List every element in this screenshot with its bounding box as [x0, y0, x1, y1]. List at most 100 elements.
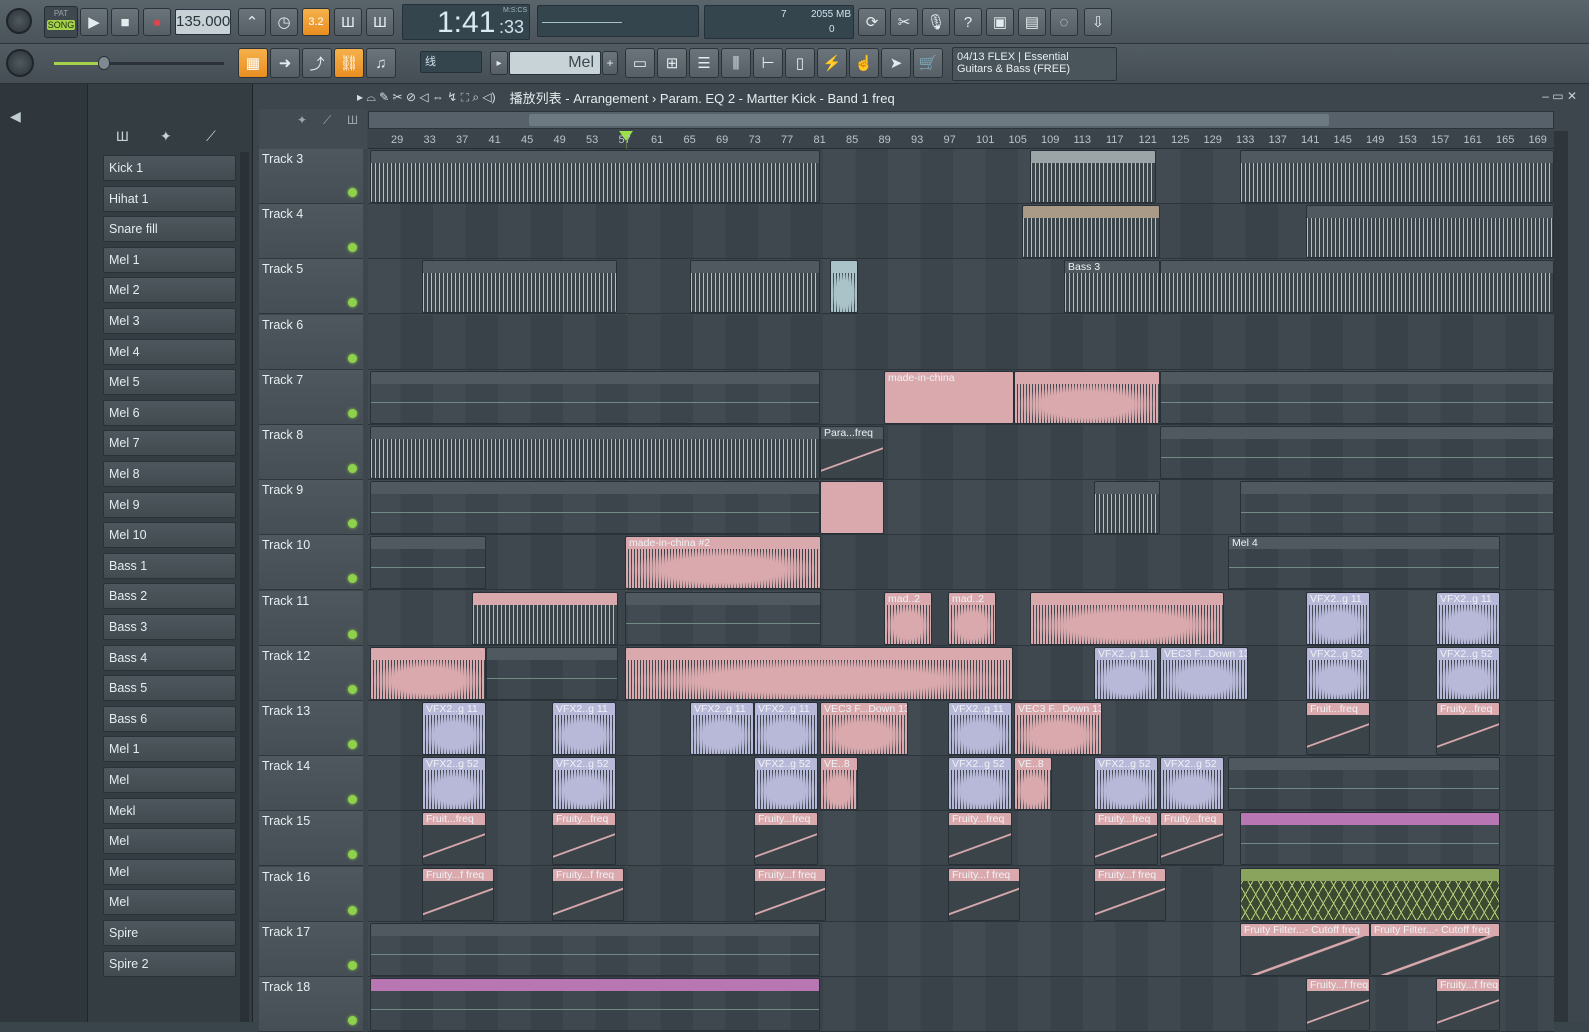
wave-icon[interactable]: ✦ [297, 113, 307, 127]
playlist-clip[interactable] [625, 591, 821, 645]
channel-item[interactable]: Bass 2 [103, 583, 236, 610]
playlist-clip[interactable] [1030, 591, 1224, 645]
grid-icon[interactable]: Ш [347, 113, 358, 127]
playlist-clip[interactable]: Fruity...f freq [1306, 978, 1370, 1031]
playlist-clip[interactable]: Fruity...freq [1160, 812, 1224, 866]
automation-icon[interactable]: ⟋ [206, 128, 216, 145]
track-header[interactable]: Track 16 [259, 866, 363, 922]
track-lane[interactable] [368, 314, 1554, 370]
playlist-clip[interactable]: VFX2..g 52 [1160, 757, 1224, 811]
piano-roll-button[interactable]: ⊞ [657, 48, 687, 78]
channel-item[interactable]: Mel 8 [103, 461, 236, 487]
playlist-clip[interactable]: Fruity...freq [948, 812, 1012, 866]
track-active-indicator[interactable] [348, 519, 357, 529]
channel-item[interactable]: Mel 7 [103, 430, 236, 457]
playlist-clip[interactable] [370, 922, 820, 976]
track-header[interactable]: Track 14 [259, 756, 363, 812]
playlist-clip[interactable]: VEC3 F...Down 13 [820, 702, 908, 755]
channel-item[interactable]: Spire 2 [103, 950, 236, 977]
news-panel[interactable]: 04/13 FLEX | Essential Guitars & Bass (F… [952, 47, 1117, 81]
playlist-clip[interactable] [830, 260, 858, 314]
step-edit-button[interactable]: Ш [334, 8, 362, 36]
playlist-clip[interactable] [370, 646, 486, 700]
track-active-indicator[interactable] [348, 243, 357, 253]
playlist-clip[interactable]: Mel 4 [1228, 536, 1500, 590]
pat-song-switch[interactable]: PAT SONG [44, 6, 78, 38]
help-button[interactable]: ? [954, 8, 982, 36]
playlist-clip[interactable] [370, 370, 820, 424]
channel-item[interactable]: Mel [103, 767, 236, 793]
track-header[interactable]: Track 8 [259, 425, 363, 480]
loop-record-button[interactable]: Ш [366, 8, 394, 36]
channel-item[interactable]: Mel 9 [103, 491, 236, 518]
playlist-clip[interactable]: VEC3 F...Down 13 [1160, 646, 1248, 700]
next-button[interactable]: ➜ [270, 48, 300, 78]
playlist-clip[interactable] [370, 978, 820, 1031]
channel-item[interactable]: Snare fill [103, 216, 236, 243]
playlist-clip[interactable]: Fruity...f freq [552, 867, 624, 921]
overview-scrollbar[interactable] [368, 111, 1554, 129]
track-active-indicator[interactable] [348, 574, 357, 584]
playlist-tools-icons[interactable]: ▸ ⌓ ✎ ✂ ⊘ ◁ ⇔ ↯ ⛶ ⌕ ◁) [357, 90, 496, 105]
playlist-clip[interactable]: Para...freq [820, 426, 884, 479]
snap-select[interactable]: 线 [420, 51, 482, 73]
playlist-clip[interactable] [1240, 812, 1500, 866]
picker-scrollbar[interactable] [240, 152, 249, 1022]
send-button[interactable]: ➤ [881, 48, 911, 78]
master-pitch-knob[interactable] [6, 49, 34, 77]
stop-button[interactable]: ■ [111, 8, 139, 36]
add-pattern-button[interactable]: + [602, 51, 618, 75]
channel-rack-button[interactable]: ☰ [689, 48, 719, 78]
playlist-clip[interactable] [370, 536, 486, 590]
track-header[interactable]: Track 12 [259, 645, 363, 701]
playlist-clip[interactable]: Fruit...freq [1306, 702, 1370, 755]
channel-item[interactable]: Spire [103, 920, 236, 946]
playlist-view-button[interactable]: ▭ [625, 48, 655, 78]
playlist-clip[interactable]: Fruity...f freq [1436, 978, 1500, 1031]
track-active-indicator[interactable] [348, 464, 357, 473]
playlist-clip[interactable] [1014, 370, 1160, 424]
track-header[interactable]: Track 4 [259, 204, 363, 260]
playlist-clip[interactable]: VFX2..g 52 [552, 757, 616, 811]
playlist-clip[interactable] [1160, 260, 1554, 314]
blend-button[interactable]: ⤴ [302, 48, 332, 78]
playlist-clip[interactable] [422, 260, 617, 314]
track-active-indicator[interactable] [348, 298, 357, 308]
track-active-indicator[interactable] [348, 408, 357, 418]
track-active-indicator[interactable] [348, 353, 357, 363]
project-button[interactable]: ▯ [785, 48, 815, 78]
channel-item[interactable]: Mel 2 [103, 277, 236, 304]
channel-item[interactable]: Kick 1 [103, 155, 236, 181]
track-active-indicator[interactable] [348, 960, 357, 970]
channel-item[interactable]: Mekl [103, 797, 236, 824]
undo-history-button[interactable]: ⟳ [858, 8, 886, 36]
audio-input-button[interactable]: 🎙 [922, 8, 950, 36]
playlist-clip[interactable]: Fruity Filter...- Cutoff freq [1240, 922, 1370, 976]
track-active-indicator[interactable] [348, 1016, 357, 1025]
master-volume-knob[interactable] [6, 8, 32, 34]
playlist-clip[interactable]: Fruity...freq [552, 812, 616, 866]
playlist-clip[interactable]: VE..8 [820, 757, 858, 811]
pattern-prev-button[interactable]: ▸ [490, 51, 508, 75]
typing-keyboard-button[interactable]: ♫ [366, 48, 396, 78]
playlist-clip[interactable] [1094, 481, 1160, 535]
playlist-clip[interactable]: VFX2..g 52 [1306, 646, 1370, 700]
playlist-clip[interactable]: mad..2 [884, 591, 932, 645]
playlist-clip[interactable]: VFX2..g 11 [1306, 591, 1370, 645]
play-button[interactable]: ▶ [80, 8, 108, 36]
track-header[interactable]: Track 9 [259, 480, 363, 536]
channel-item[interactable]: Mel 10 [103, 522, 236, 549]
window-controls[interactable]: – ▭ ✕ [1542, 89, 1577, 103]
track-header[interactable]: Track 18 [259, 977, 363, 1032]
playlist-clip[interactable]: VFX2..g 11 [552, 702, 616, 755]
touch-keyboard-button[interactable]: ☝ [849, 48, 879, 78]
channel-item[interactable]: Bass 4 [103, 644, 236, 671]
audio-icon[interactable]: ✦ [160, 128, 172, 145]
curve-icon[interactable]: ⟋ [323, 113, 331, 128]
track-active-indicator[interactable] [348, 684, 357, 694]
mixer-button[interactable]: ⫼ [721, 48, 751, 78]
playlist-clip[interactable] [1240, 481, 1554, 535]
channel-item[interactable]: Bass 1 [103, 552, 236, 579]
link-button[interactable]: ⛓ [334, 48, 364, 78]
track-active-indicator[interactable] [348, 905, 357, 915]
